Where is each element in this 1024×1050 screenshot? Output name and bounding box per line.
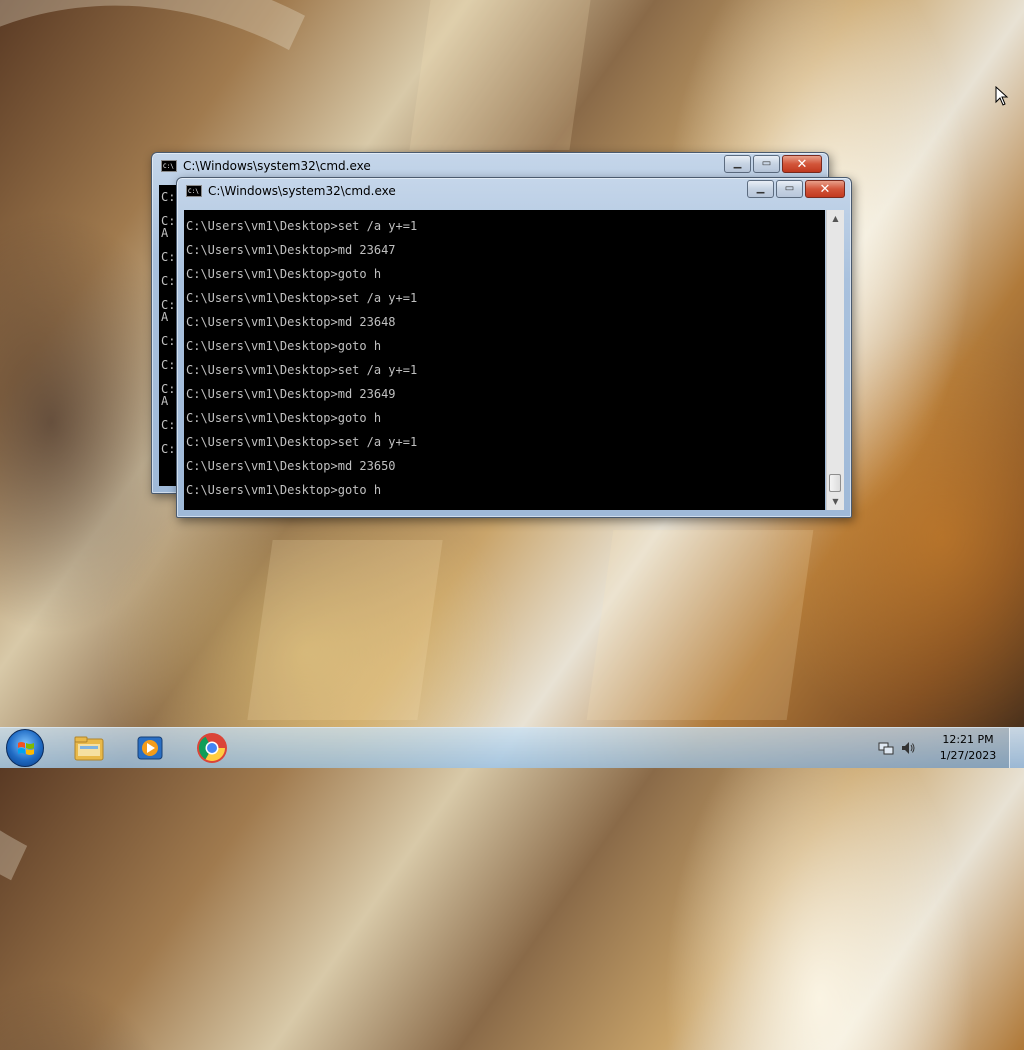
clock[interactable]: 12:21 PM 1/27/2023 [938,732,998,764]
minimize-button[interactable]: ▁ [747,180,774,198]
console-output[interactable]: C:\Users\vm1\Desktop>set /a y+=1 C:\Users… [184,210,825,510]
network-icon[interactable] [878,740,894,756]
folder-icon [74,736,104,761]
close-icon: ✕ [819,181,831,197]
volume-icon[interactable] [900,740,916,756]
show-desktop-button[interactable] [1009,728,1024,768]
minimize-button[interactable]: ▁ [724,155,751,173]
window-title: C:\Windows\system32\cmd.exe [183,159,371,173]
scroll-down-icon[interactable]: ▼ [827,493,844,510]
vertical-scrollbar[interactable]: ▲ ▼ [826,210,844,510]
console-line: C:\Users\vm1\Desktop>md 23647 [186,243,396,257]
taskbar-explorer-button[interactable] [67,730,111,766]
maximize-button[interactable]: ▭ [753,155,780,173]
wallpaper-panel [409,0,591,150]
window-controls: ▁ ▭ ✕ [745,180,845,198]
chrome-icon [197,733,227,763]
clock-date: 1/27/2023 [939,749,997,762]
console-line: C:\Users\vm1\Desktop>set /a y+=1 [186,363,418,377]
taskbar-media-player-button[interactable] [128,730,172,766]
console-line: C:\Users\vm1\Desktop>set /a y+=1 [186,291,418,305]
maximize-icon: ▭ [761,158,772,169]
system-tray: 12:21 PM 1/27/2023 [874,728,1024,768]
cmd-icon: C:\ [186,185,202,197]
windows-start-icon [18,742,34,755]
console-line: C:\Users\vm1\Desktop>md 23649 [186,387,396,401]
console-line: C:\Users\vm1\Desktop>md 23648 [186,315,396,329]
close-button[interactable]: ✕ [782,155,822,173]
close-button[interactable]: ✕ [805,180,845,198]
console-line: C:\Users\vm1\Desktop>goto h [186,411,382,425]
cmd-icon: C:\ [161,160,177,172]
console-line: C:\Users\vm1\Desktop>md 23650 [186,459,396,473]
start-button[interactable] [6,729,44,767]
console-line: C:\Users\vm1\Desktop>goto h [186,339,382,353]
close-icon: ✕ [796,156,808,172]
console-line: C:\Users\vm1\Desktop>set /a y+=1 [186,219,418,233]
wallpaper-panel [586,530,814,720]
maximize-button[interactable]: ▭ [776,180,803,198]
media-player-icon [137,736,163,760]
minimize-icon: ▁ [756,183,765,194]
clock-time: 12:21 PM [942,733,994,746]
taskbar: 12:21 PM 1/27/2023 [0,727,1024,768]
console-line: C:\Users\vm1\Desktop>goto h [186,267,382,281]
window-controls: ▁ ▭ ✕ [722,155,822,173]
cmd-window-active[interactable]: C:\ C:\Windows\system32\cmd.exe ▁ ▭ ✕ C:… [176,177,852,518]
scroll-up-icon[interactable]: ▲ [827,210,844,227]
mouse-cursor-icon [995,86,1009,106]
console-line: C:\Users\vm1\Desktop>set /a y+=1 [186,435,418,449]
maximize-icon: ▭ [784,183,795,194]
console-line: C:\Users\vm1\Desktop>goto h [186,483,382,497]
wallpaper-panel [247,540,443,720]
minimize-icon: ▁ [733,158,742,169]
scroll-thumb[interactable] [829,474,841,492]
taskbar-chrome-button[interactable] [190,730,234,766]
window-title: C:\Windows\system32\cmd.exe [208,184,396,198]
